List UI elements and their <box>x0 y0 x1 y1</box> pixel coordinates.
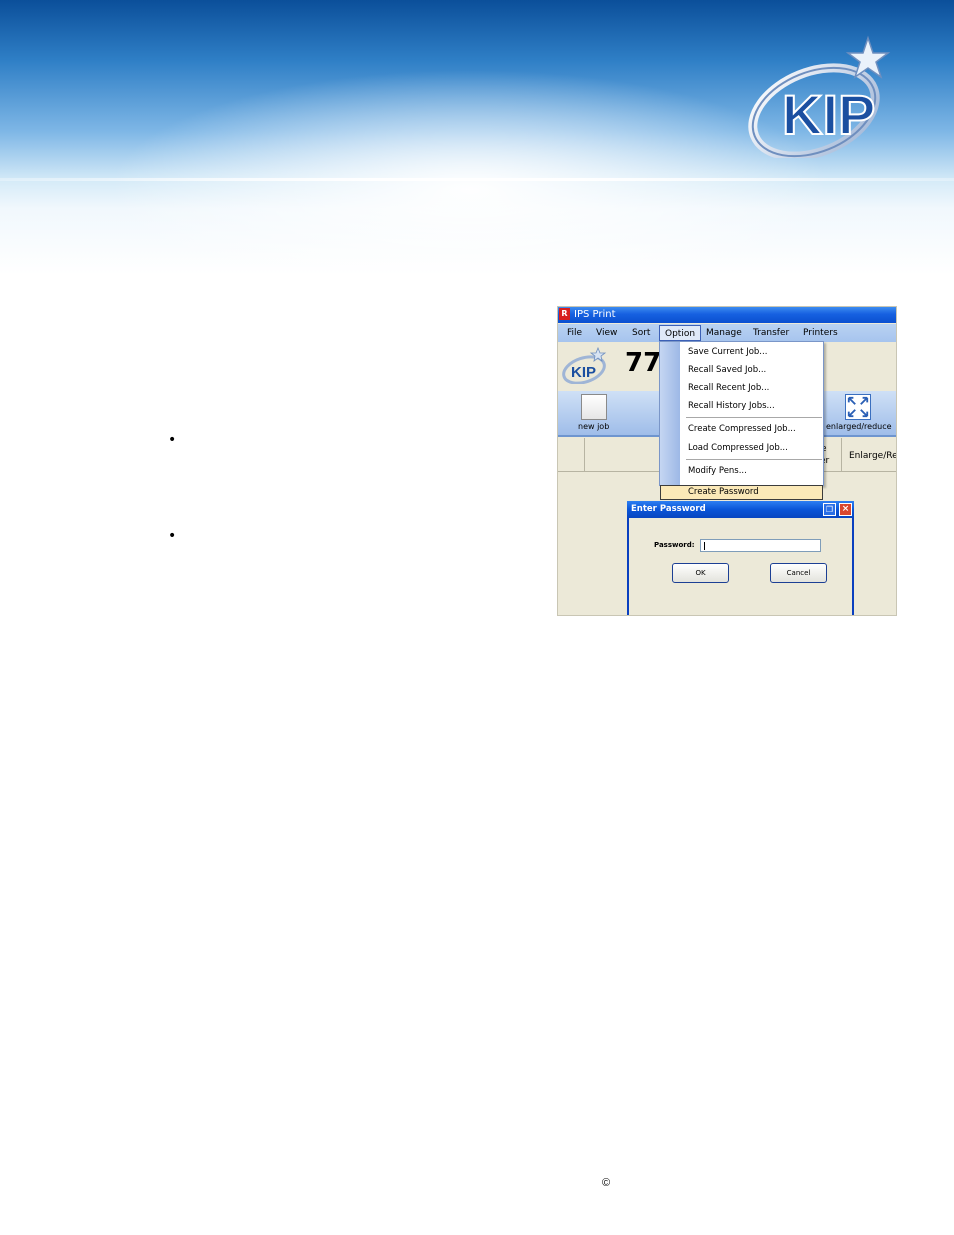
bullet-2: • <box>168 528 177 544</box>
menu-printers[interactable]: Printers <box>803 328 838 338</box>
enlarge-reduce-icon[interactable] <box>845 394 871 420</box>
column-divider <box>584 438 585 472</box>
job-number: 77 <box>625 348 662 378</box>
menu-item-recall-history-jobs[interactable]: Recall History Jobs... <box>688 401 775 411</box>
header-banner: KIP <box>0 0 954 275</box>
menu-item-save-current-job[interactable]: Save Current Job... <box>688 347 767 357</box>
menu-view[interactable]: View <box>596 328 617 338</box>
option-menu: Save Current Job... Recall Saved Job... … <box>659 341 824 486</box>
column-header-enlarge[interactable]: Enlarge/Red <box>849 451 896 461</box>
app-icon: R <box>559 308 570 320</box>
restore-icon[interactable]: ❐ <box>823 503 836 516</box>
kip-logo: KIP <box>748 35 891 158</box>
text-caret <box>704 542 705 550</box>
menu-sort[interactable]: Sort <box>632 328 650 338</box>
cancel-button[interactable]: Cancel <box>770 563 827 583</box>
dialog-title: Enter Password <box>631 504 706 514</box>
menu-bar: File View Sort Option Manage Transfer Pr… <box>558 324 896 342</box>
ips-print-screenshot: R IPS Print File View Sort Option Manage… <box>557 306 897 616</box>
window-titlebar: R IPS Print <box>558 307 896 323</box>
banner-highlight-line <box>0 178 954 181</box>
menu-separator <box>686 417 822 418</box>
menu-item-create-password[interactable]: Create Password <box>660 485 823 500</box>
menu-file[interactable]: File <box>567 328 582 338</box>
close-icon[interactable]: × <box>839 503 852 516</box>
copyright-symbol: © <box>602 1177 611 1189</box>
menu-stripe <box>660 342 680 485</box>
kip-small-logo: KIP <box>562 346 607 384</box>
bullet-1: • <box>168 432 177 448</box>
dialog-titlebar: Enter Password ❐ × <box>627 501 854 518</box>
menu-item-modify-pens[interactable]: Modify Pens... <box>688 466 747 476</box>
password-label: Password: <box>654 541 695 549</box>
menu-item-create-compressed-job[interactable]: Create Compressed Job... <box>688 424 796 434</box>
menu-item-recall-saved-job[interactable]: Recall Saved Job... <box>688 365 766 375</box>
menu-option[interactable]: Option <box>659 325 702 341</box>
kip-logo-text: KIP <box>782 83 875 146</box>
menu-item-load-compressed-job[interactable]: Load Compressed Job... <box>688 443 788 453</box>
column-divider <box>841 438 842 472</box>
window-title: IPS Print <box>574 309 616 320</box>
menu-transfer[interactable]: Transfer <box>753 328 789 338</box>
menu-item-recall-recent-job[interactable]: Recall Recent Job... <box>688 383 769 393</box>
new-job-label[interactable]: new job <box>578 422 609 431</box>
new-job-icon[interactable] <box>581 394 607 420</box>
ok-button[interactable]: OK <box>672 563 729 583</box>
enter-password-dialog: Enter Password ❐ × Password: OK Cancel <box>627 501 854 615</box>
kip-small-logo-text: KIP <box>571 364 596 381</box>
menu-manage[interactable]: Manage <box>706 328 742 338</box>
menu-separator <box>686 459 822 460</box>
enlarge-reduce-label[interactable]: enlarged/reduce <box>826 422 892 431</box>
password-input[interactable] <box>700 539 821 552</box>
